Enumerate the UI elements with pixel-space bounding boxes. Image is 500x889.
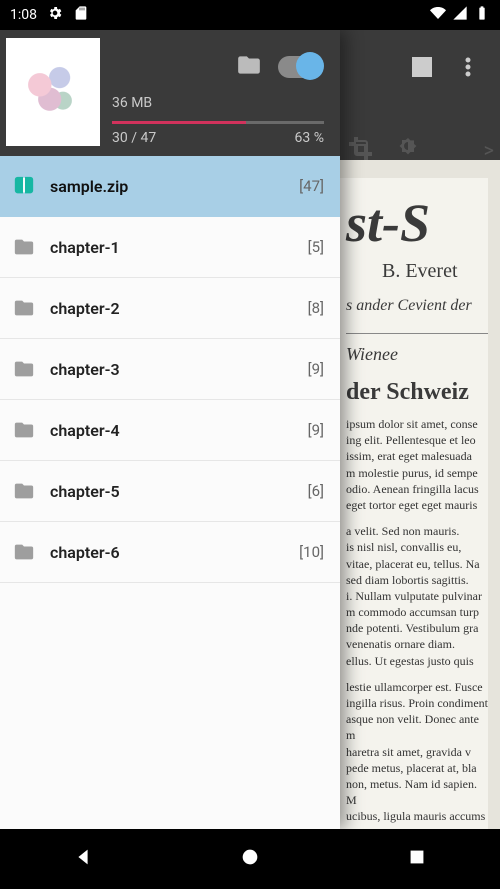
list-item-label: sample.zip bbox=[50, 177, 128, 196]
doc-subtitle: s ander Cevient der bbox=[346, 297, 488, 315]
drawer-header: 36 MB 30 / 47 63 % bbox=[0, 30, 340, 156]
wifi-icon bbox=[430, 5, 446, 25]
chapter-list[interactable]: sample.zip[47]chapter-1[5]chapter-2[8]ch… bbox=[0, 156, 340, 829]
book-icon bbox=[12, 174, 36, 198]
brightness-icon[interactable] bbox=[396, 136, 420, 164]
reader-toolbar: > bbox=[340, 126, 500, 174]
sd-card-icon bbox=[73, 5, 89, 25]
folder-icon bbox=[12, 357, 36, 381]
overflow-menu-icon[interactable] bbox=[456, 55, 480, 83]
doc-title-fragment: st-S bbox=[346, 192, 488, 254]
list-item-count: [47] bbox=[299, 177, 324, 195]
list-item[interactable]: chapter-2 [8] bbox=[0, 278, 340, 339]
book-thumbnail[interactable] bbox=[6, 38, 100, 146]
list-item-label: chapter-2 bbox=[50, 299, 120, 318]
toggle-switch[interactable] bbox=[278, 56, 320, 78]
folder-icon bbox=[12, 235, 36, 259]
list-item-label: chapter-3 bbox=[50, 360, 120, 379]
doc-section-heading: der Schweiz bbox=[346, 379, 488, 406]
crop-icon[interactable] bbox=[348, 136, 372, 164]
gear-icon bbox=[47, 5, 63, 25]
doc-section-byline: Wienee bbox=[346, 344, 488, 365]
home-button[interactable] bbox=[239, 846, 261, 872]
list-item[interactable]: chapter-5 [6] bbox=[0, 461, 340, 522]
folder-icon bbox=[12, 540, 36, 564]
folder-icon bbox=[12, 296, 36, 320]
reader-page[interactable]: st-S B. Everet s ander Cevient der Wiene… bbox=[340, 178, 488, 829]
list-item-count: [5] bbox=[308, 238, 324, 256]
list-item[interactable]: chapter-1 [5] bbox=[0, 217, 340, 278]
doc-author: B. Everet bbox=[382, 260, 488, 283]
fullscreen-icon[interactable] bbox=[410, 55, 434, 83]
back-button[interactable] bbox=[72, 846, 94, 872]
status-bar: 1:08 bbox=[0, 0, 500, 30]
list-item-count: [8] bbox=[308, 299, 324, 317]
signal-icon bbox=[452, 5, 468, 25]
progress-bar bbox=[112, 121, 324, 124]
list-item-count: [6] bbox=[308, 482, 324, 500]
toolbar-next[interactable]: > bbox=[484, 138, 494, 162]
battery-icon bbox=[474, 5, 490, 25]
navigation-bar bbox=[0, 829, 500, 889]
progress-pages: 30 / 47 bbox=[112, 130, 156, 146]
list-item-label: chapter-6 bbox=[50, 543, 120, 562]
navigation-drawer: 36 MB 30 / 47 63 % sample.zip [47] chapter… bbox=[0, 30, 340, 829]
list-item[interactable]: sample.zip [47] bbox=[0, 156, 340, 217]
folder-icon bbox=[12, 418, 36, 442]
list-item-count: [10] bbox=[299, 543, 324, 561]
status-time: 1:08 bbox=[10, 7, 37, 23]
list-item[interactable]: chapter-4 [9] bbox=[0, 400, 340, 461]
recent-button[interactable] bbox=[406, 846, 428, 872]
folder-icon bbox=[12, 479, 36, 503]
doc-body-3: lestie ullamcorper est. Fusce ingilla ri… bbox=[346, 679, 488, 829]
file-size: 36 MB bbox=[112, 95, 324, 111]
list-item[interactable]: chapter-3 [9] bbox=[0, 339, 340, 400]
doc-body-2: a velit. Sed non mauris. is nisl nisl, c… bbox=[346, 523, 488, 669]
list-item[interactable]: chapter-6 [10] bbox=[0, 522, 340, 583]
list-item-count: [9] bbox=[308, 421, 324, 439]
progress-percent: 63 % bbox=[295, 130, 324, 146]
folder-icon[interactable] bbox=[236, 52, 262, 82]
doc-body-1: ipsum dolor sit amet, conse ing elit. Pe… bbox=[346, 416, 488, 513]
list-item-label: chapter-5 bbox=[50, 482, 120, 501]
list-item-label: chapter-4 bbox=[50, 421, 120, 440]
list-item-count: [9] bbox=[308, 360, 324, 378]
list-item-label: chapter-1 bbox=[50, 238, 120, 257]
